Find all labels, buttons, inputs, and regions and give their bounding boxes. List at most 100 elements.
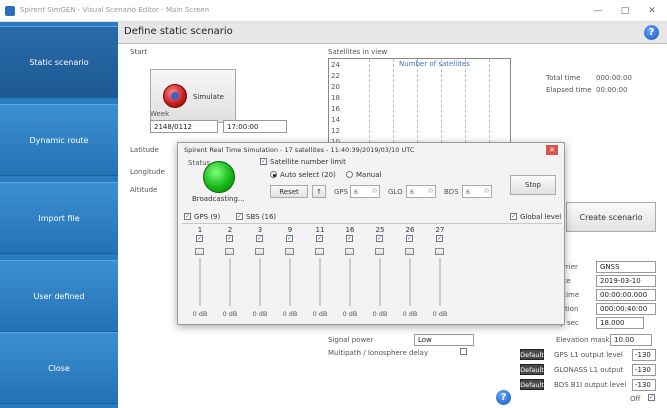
sidebar-item-static-scenario[interactable]: Static scenario — [0, 26, 118, 98]
duration-field[interactable]: 000:00:40:00 — [596, 303, 656, 315]
create-scenario-button[interactable]: Create scenario — [566, 202, 656, 232]
satellite-checkbox[interactable]: ✓ — [376, 235, 383, 242]
sidebar: Static scenario Dynamic route Import fil… — [0, 22, 118, 408]
slider-thumb[interactable] — [225, 248, 234, 255]
satellite-checkbox[interactable]: ✓ — [256, 235, 263, 242]
slider-thumb[interactable] — [285, 248, 294, 255]
leap-sec-field[interactable]: 18.000 — [596, 317, 644, 329]
elevation-field[interactable]: 10.00 — [610, 334, 652, 346]
chart-tick: 14 — [331, 116, 340, 124]
app-icon — [5, 6, 15, 16]
dialog-title: Spirent Real Time Simulation - 17 satell… — [184, 146, 415, 154]
satellite-slider[interactable]: 26 ✓ 0 dB — [398, 226, 422, 323]
satellite-slider[interactable]: 9 ✓ 0 dB — [278, 226, 302, 323]
carrier-select[interactable]: GNSS — [596, 261, 656, 273]
satellites-chart: 24 22 20 18 16 14 12 10 Number of satell… — [328, 58, 511, 154]
manual-radio[interactable] — [346, 171, 353, 178]
default-button[interactable]: Default — [520, 349, 544, 360]
global-level-checkbox[interactable]: ✓ — [510, 213, 517, 220]
page-header: Define static scenario ? — [118, 22, 667, 44]
gps-l1-label: GPS L1 output level — [554, 351, 623, 359]
elapsed-time-label: Elapsed time — [546, 86, 592, 94]
satellite-level: 0 dB — [372, 310, 388, 318]
signal-power-select[interactable]: Low — [414, 334, 474, 346]
satellite-slider[interactable]: 16 ✓ 0 dB — [338, 226, 362, 323]
gps-l1-field[interactable]: -130 — [632, 349, 656, 361]
slider-thumb[interactable] — [315, 248, 324, 255]
step-button[interactable]: ↑ — [312, 185, 326, 198]
sidebar-item-import-file[interactable]: Import file — [0, 182, 118, 254]
satellite-checkbox[interactable]: ✓ — [346, 235, 353, 242]
satellite-icon — [163, 84, 187, 108]
satellite-checkbox[interactable]: ✓ — [436, 235, 443, 242]
sbs-tab-checkbox[interactable]: ✓ — [236, 213, 243, 220]
satellite-slider[interactable]: 2 ✓ 0 dB — [218, 226, 242, 323]
satellite-prn: 3 — [257, 226, 263, 234]
slider-thumb[interactable] — [195, 248, 204, 255]
satellite-slider[interactable]: 25 ✓ 0 dB — [368, 226, 392, 323]
satellite-prn: 26 — [405, 226, 415, 234]
reset-button[interactable]: Reset — [270, 185, 308, 198]
slider-thumb[interactable] — [375, 248, 384, 255]
time-field[interactable]: 17:00:00 — [223, 120, 287, 133]
chart-tick: 24 — [331, 61, 340, 69]
satellite-limit-label: Satellite number limit — [270, 158, 346, 166]
satellite-prn: 27 — [435, 226, 445, 234]
glo-limit-spinner[interactable]: 6 ◇ — [406, 185, 436, 198]
satellite-checkbox[interactable]: ✓ — [226, 235, 233, 242]
satellite-checkbox[interactable]: ✓ — [286, 235, 293, 242]
satellite-slider[interactable]: 1 ✓ 0 dB — [188, 226, 212, 323]
dialog-close-button[interactable]: ✕ — [546, 145, 558, 155]
glonass-field[interactable]: -130 — [632, 364, 656, 376]
satellite-prn: 2 — [227, 226, 233, 234]
bds-limit-spinner[interactable]: 6 ◇ — [462, 185, 492, 198]
close-window-button[interactable]: ✕ — [639, 3, 665, 19]
tab-sbs[interactable]: SBS (16) — [246, 213, 276, 221]
realtime-dialog: Spirent Real Time Simulation - 17 satell… — [177, 142, 565, 325]
multipath-checkbox[interactable] — [460, 348, 467, 355]
tab-gps[interactable]: GPS (9) — [194, 213, 220, 221]
multipath-label: Multipath / Ionosphere delay — [328, 349, 429, 357]
gps-tab-checkbox[interactable]: ✓ — [184, 213, 191, 220]
sidebar-item-user-defined[interactable]: User defined — [0, 260, 118, 332]
default-button[interactable]: Default — [520, 364, 544, 375]
chart-tick: 16 — [331, 105, 340, 113]
slider-thumb[interactable] — [255, 248, 264, 255]
help-icon[interactable]: ? — [496, 390, 511, 405]
slider-thumb[interactable] — [405, 248, 414, 255]
slider-thumb[interactable] — [435, 248, 444, 255]
stop-button[interactable]: Stop — [510, 175, 556, 195]
sidebar-item-dynamic-route[interactable]: Dynamic route — [0, 104, 118, 176]
date-field[interactable]: 2019-03-10 — [596, 275, 656, 287]
satellite-checkbox[interactable]: ✓ — [316, 235, 323, 242]
satellite-slider[interactable]: 3 ✓ 0 dB — [248, 226, 272, 323]
maximize-button[interactable]: □ — [612, 3, 638, 19]
satellite-prn: 16 — [345, 226, 355, 234]
window-titlebar: Spirent SimGEN - Visual Scenario Editor … — [0, 0, 667, 22]
satellite-checkbox[interactable]: ✓ — [406, 235, 413, 242]
start-time-field[interactable]: 00:00:00.000 — [596, 289, 656, 301]
satellite-slider[interactable]: 27 ✓ 0 dB — [428, 226, 452, 323]
slider-thumb[interactable] — [345, 248, 354, 255]
chart-tick: 18 — [331, 94, 340, 102]
status-indicator — [203, 161, 235, 193]
default-button[interactable]: Default — [520, 379, 544, 390]
minimize-button[interactable]: — — [585, 3, 611, 19]
gps-limit-spinner[interactable]: 6 ◇ — [350, 185, 380, 198]
satellite-level: 0 dB — [192, 310, 208, 318]
bds-field[interactable]: -130 — [632, 379, 656, 391]
satellite-limit-checkbox[interactable]: ✓ — [260, 158, 267, 165]
total-time-label: Total time — [546, 74, 581, 82]
sidebar-item-close[interactable]: Close — [0, 332, 118, 404]
satellite-slider[interactable]: 11 ✓ 0 dB — [308, 226, 332, 323]
week-field[interactable]: 2148/0112 — [150, 120, 218, 133]
chart-legend: Number of satellites — [399, 60, 470, 68]
off-checkbox[interactable]: ✓ — [648, 394, 655, 401]
chart-tick: 22 — [331, 72, 340, 80]
help-icon[interactable]: ? — [644, 25, 659, 40]
auto-select-radio[interactable] — [270, 171, 277, 178]
satellite-level: 0 dB — [282, 310, 298, 318]
start-group-label: Start — [130, 48, 148, 56]
simulate-button-label: Simulate — [193, 93, 224, 101]
satellite-checkbox[interactable]: ✓ — [196, 235, 203, 242]
